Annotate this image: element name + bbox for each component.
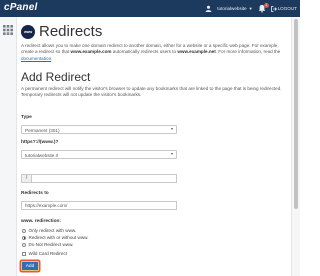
radio-button[interactable] — [22, 242, 26, 247]
domain-select[interactable]: tutorialwebsite.rl — [21, 150, 177, 159]
intro-text-2: automatically redirects users to — [111, 49, 178, 55]
page-scrollbar[interactable] — [291, 17, 300, 276]
sidebar — [0, 17, 17, 276]
radio-only-with-www[interactable]: Only redirect with www. — [22, 228, 76, 233]
redirects-to-input[interactable]: https://example.com/ — [21, 201, 177, 210]
www-redirection-label: www. redirection: — [21, 219, 62, 224]
page-title: Redirects — [39, 23, 103, 40]
radio-label: Do Not Redirect www. — [28, 242, 74, 247]
intro-text-3: . For more information, read the — [215, 49, 281, 55]
logout-label: LOGOUT — [277, 6, 297, 11]
cpanel-logo[interactable]: cPanel — [4, 2, 37, 13]
type-select-value: Permanent (301) — [25, 127, 60, 133]
user-icon[interactable] — [205, 5, 212, 12]
chevron-down-icon — [171, 128, 173, 131]
add-button[interactable]: Add — [21, 261, 39, 271]
username[interactable]: tutorialwebsite — [217, 6, 246, 11]
scrollbar-thumb[interactable] — [293, 19, 298, 209]
radio-with-or-without-www[interactable]: Redirect with or without www. — [22, 235, 89, 240]
type-label: Type — [21, 115, 32, 120]
notifications-button[interactable]: 1 — [258, 3, 269, 13]
wildcard-checkbox[interactable] — [22, 251, 26, 256]
wildcard-redirect-option[interactable]: Wild Card Redirect — [22, 251, 67, 256]
domain-select-value: tutorialwebsite.rl — [25, 152, 59, 158]
top-bar: cPanel tutorialwebsite ▼ 1 LOGOUT — [0, 0, 300, 17]
type-select[interactable]: Permanent (301) — [21, 125, 177, 134]
path-prefix: / — [21, 174, 31, 183]
intro-example-to: www.example.net — [177, 49, 216, 55]
notification-badge: 1 — [263, 3, 269, 8]
main-content: www Redirects A redirect allows you to m… — [17, 17, 290, 276]
wildcard-label: Wild Card Redirect — [28, 251, 68, 256]
radio-button-selected[interactable] — [22, 235, 26, 240]
add-redirect-description: A permanent redirect will notify the vis… — [21, 86, 282, 98]
radio-do-not-redirect-www[interactable]: Do Not Redirect www. — [22, 242, 73, 247]
chevron-down-icon — [171, 153, 173, 156]
chevron-down-icon[interactable]: ▼ — [249, 6, 253, 11]
logout-icon — [270, 5, 277, 12]
domain-label: https?://(www.)? — [21, 140, 59, 145]
intro-example-from: www.example.com — [70, 49, 112, 55]
radio-label: Only redirect with www. — [28, 228, 77, 233]
documentation-link[interactable]: documentation — [21, 56, 51, 61]
intro-text-4: . — [51, 55, 53, 61]
redirects-icon-label: www — [23, 29, 33, 34]
logout-button[interactable]: LOGOUT — [270, 5, 297, 12]
radio-button[interactable] — [22, 228, 26, 233]
radio-label: Redirect with or without www. — [28, 235, 89, 240]
redirects-to-label: Redirects to — [21, 191, 49, 196]
redirects-icon: www — [21, 24, 35, 39]
apps-grid-icon[interactable] — [3, 22, 13, 40]
path-input[interactable] — [31, 174, 177, 183]
add-redirect-heading: Add Redirect — [21, 70, 91, 84]
intro-text: A redirect allows you to make one domain… — [21, 43, 283, 62]
top-right-controls: tutorialwebsite ▼ 1 LOGOUT — [205, 0, 297, 17]
page-header: www Redirects — [21, 23, 102, 40]
